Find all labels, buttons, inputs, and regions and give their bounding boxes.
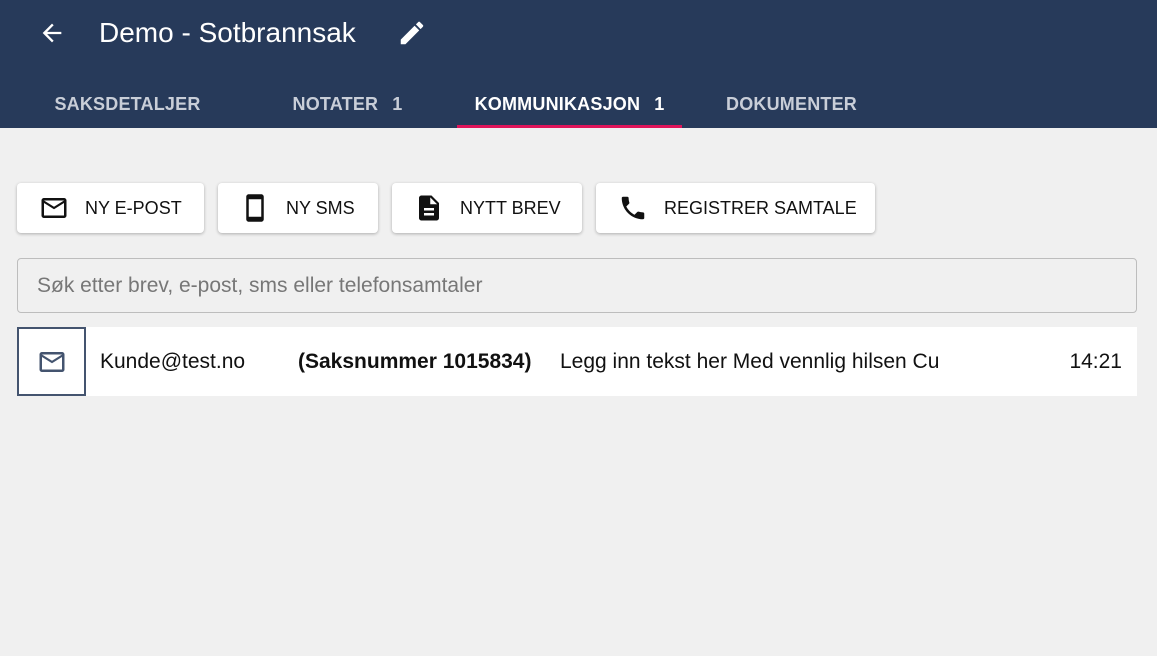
list-item[interactable]: Kunde@test.no (Saksnummer 1015834) Legg … <box>17 327 1137 396</box>
tab-label: KOMMUNIKASJON <box>474 93 641 114</box>
tab-count-badge: 1 <box>392 93 403 114</box>
new-sms-label: NY SMS <box>286 197 355 218</box>
message-sender: Kunde@test.no <box>100 350 246 373</box>
edit-title-button[interactable] <box>394 15 430 51</box>
tab-dokumenter[interactable]: DOKUMENTER <box>704 80 879 128</box>
message-subject: (Saksnummer 1015834) <box>298 350 532 373</box>
back-button[interactable] <box>34 15 70 51</box>
email-icon <box>39 193 69 223</box>
search-input[interactable] <box>17 258 1137 313</box>
tab-saksdetaljer[interactable]: SAKSDETALJER <box>40 80 215 128</box>
register-call-button[interactable]: REGISTRER SAMTALE <box>596 183 875 233</box>
message-time: 14:21 <box>1069 350 1122 373</box>
app-header: Demo - Sotbrannsak SAKSDETALJER NOTATER … <box>0 0 1157 128</box>
message-preview: Legg inn tekst her Med vennlig hilsen Cu <box>560 350 940 373</box>
tab-label: DOKUMENTER <box>726 93 857 114</box>
phone-icon <box>618 193 648 223</box>
email-icon <box>39 351 64 372</box>
new-letter-label: NYTT BREV <box>460 197 561 218</box>
tab-label: SAKSDETALJER <box>54 93 201 114</box>
smartphone-icon <box>240 193 270 223</box>
message-type-badge <box>17 327 86 396</box>
page-title: Demo - Sotbrannsak <box>99 17 356 48</box>
tab-kommunikasjon[interactable]: KOMMUNIKASJON 1 <box>457 80 682 128</box>
pencil-icon <box>400 21 424 45</box>
document-icon <box>414 193 444 223</box>
tab-count-badge: 1 <box>654 93 665 114</box>
new-email-label: NY E-POST <box>85 197 182 218</box>
new-letter-button[interactable]: NYTT BREV <box>392 183 582 233</box>
tab-notater[interactable]: NOTATER 1 <box>260 80 435 128</box>
tab-label: NOTATER <box>292 93 379 114</box>
new-sms-button[interactable]: NY SMS <box>218 183 378 233</box>
arrow-left-icon <box>42 23 62 43</box>
register-call-label: REGISTRER SAMTALE <box>664 197 857 218</box>
new-email-button[interactable]: NY E-POST <box>17 183 204 233</box>
